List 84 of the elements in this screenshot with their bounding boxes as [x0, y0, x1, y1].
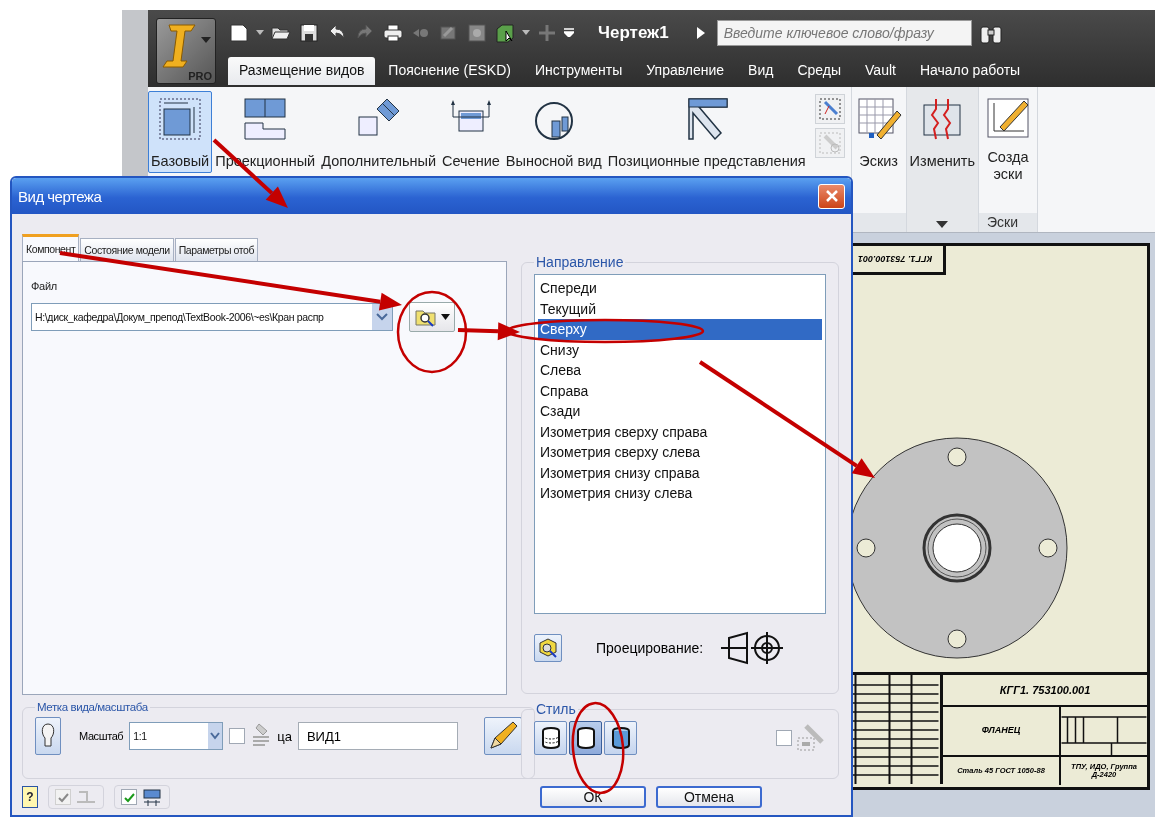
file-path-dropdown[interactable]: H:\диск_кафедра\Докум_препод\TextBook-2006\~es\Кран распр [31, 303, 393, 331]
style-button[interactable] [534, 721, 567, 755]
dialog-title: Вид чертежа [18, 187, 102, 205]
selection-tool-button[interactable] [814, 94, 845, 124]
component-icon [466, 21, 488, 44]
dashed-selection-icon [816, 130, 843, 156]
dialog-tab[interactable]: Компонент [22, 234, 80, 261]
rotated-designation: КГГ1. 753100.001 [858, 254, 933, 264]
caret-icon [256, 30, 264, 35]
checkbox[interactable] [229, 728, 246, 744]
search-field[interactable]: Введите ключевое слово/фразу [716, 19, 972, 46]
ribbon-button[interactable]: Созда эски [979, 91, 1037, 188]
scale-dropdown[interactable]: 1:1 [129, 722, 224, 750]
visibility-button[interactable] [35, 717, 61, 755]
view-name-field[interactable]: ВИД1 [297, 722, 458, 750]
list-item[interactable]: Изометрия сверху слева [538, 442, 822, 463]
table-icon [141, 788, 163, 806]
dialog-tab[interactable]: Состояние модели [80, 238, 174, 261]
dialog-tab[interactable]: Параметры отоб [174, 238, 259, 261]
ribbon-tab[interactable]: Размещение видов [228, 57, 376, 85]
ribbon-tab[interactable]: Начало работы [908, 57, 1032, 85]
list-item[interactable]: Изометрия снизу справа [538, 462, 822, 483]
menu-caret-icon [564, 28, 574, 37]
caret-icon [522, 30, 530, 35]
list-item[interactable]: Слева [538, 360, 822, 381]
designation-text: КГГ1. 753100.001 [998, 682, 1092, 698]
style-button[interactable] [604, 721, 637, 755]
browse-button[interactable] [409, 302, 455, 332]
list-item[interactable]: Сверху [538, 319, 822, 340]
list-item[interactable]: Справа [538, 380, 822, 401]
file-label: Файл [31, 280, 58, 292]
play-arrow-icon [696, 26, 705, 39]
checkbox[interactable] [776, 730, 792, 746]
list-item[interactable]: Текущий [538, 298, 822, 319]
ribbon-tab[interactable]: Управление [635, 57, 736, 85]
cancel-button[interactable]: Отмена [656, 786, 762, 808]
part-name: ФЛАНЕЦ [943, 707, 1061, 755]
list-item[interactable]: Изометрия снизу слева [538, 483, 822, 504]
ribbon-tab[interactable]: Пояснение (ESKD) [377, 57, 522, 85]
panel-label: Эски [979, 212, 1037, 232]
partial-label-text: ца [277, 728, 292, 744]
document-title: Чертеж1 [598, 22, 669, 43]
list-item[interactable]: Сзади [538, 401, 822, 422]
ribbon-tab[interactable]: Вид [737, 57, 785, 85]
ribbon-tab[interactable]: Vault [854, 57, 907, 85]
cylinder-icon [539, 725, 562, 751]
ribbon-button[interactable]: Позиционные представления [604, 91, 809, 173]
dashed-selection-icon [816, 96, 843, 122]
ribbon-button[interactable]: Сечение [439, 91, 503, 173]
edition-label: PRO [188, 70, 213, 83]
cylinder-icon [574, 725, 597, 751]
save-icon [298, 21, 320, 44]
group-label: Направление [535, 254, 625, 270]
scale-label: Масштаб [79, 730, 124, 742]
projection-label: Проецирование: [596, 640, 704, 656]
edit-label-button[interactable] [483, 717, 522, 755]
box-cursor-icon [494, 21, 516, 44]
style-button[interactable] [569, 721, 602, 755]
ribbon-button[interactable]: Дополнительный [318, 91, 439, 173]
list-item[interactable]: Изометрия сверху справа [538, 421, 822, 442]
view-style-icon [794, 722, 826, 754]
group-label: Стиль [535, 701, 577, 717]
list-item[interactable]: Спереди [538, 278, 822, 299]
caret-icon [440, 314, 450, 320]
print-icon [382, 21, 404, 44]
list-item[interactable]: Снизу [538, 339, 822, 360]
annotation-arrow [457, 322, 520, 341]
ribbon-button[interactable]: Эскиз [851, 91, 906, 173]
caret-icon [936, 221, 949, 228]
new-document-icon [228, 21, 250, 44]
ribbon-tab[interactable]: Среды [786, 57, 853, 85]
folder-search-icon [414, 307, 437, 327]
view-orientation-button[interactable] [534, 634, 562, 662]
close-icon [824, 189, 839, 203]
group-label: Метка вида/масштаба [36, 701, 149, 713]
help-button[interactable]: ? [22, 786, 38, 808]
checkbox[interactable] [121, 789, 137, 805]
ribbon-button[interactable]: Выносной вид [502, 91, 605, 173]
label-style-icon [75, 788, 97, 806]
caret-icon [201, 37, 211, 43]
ribbon-tab[interactable]: Инструменты [524, 57, 634, 85]
ribbon-button[interactable]: Базовый [148, 91, 213, 173]
cube-search-icon [537, 637, 559, 659]
close-button[interactable] [818, 183, 845, 209]
